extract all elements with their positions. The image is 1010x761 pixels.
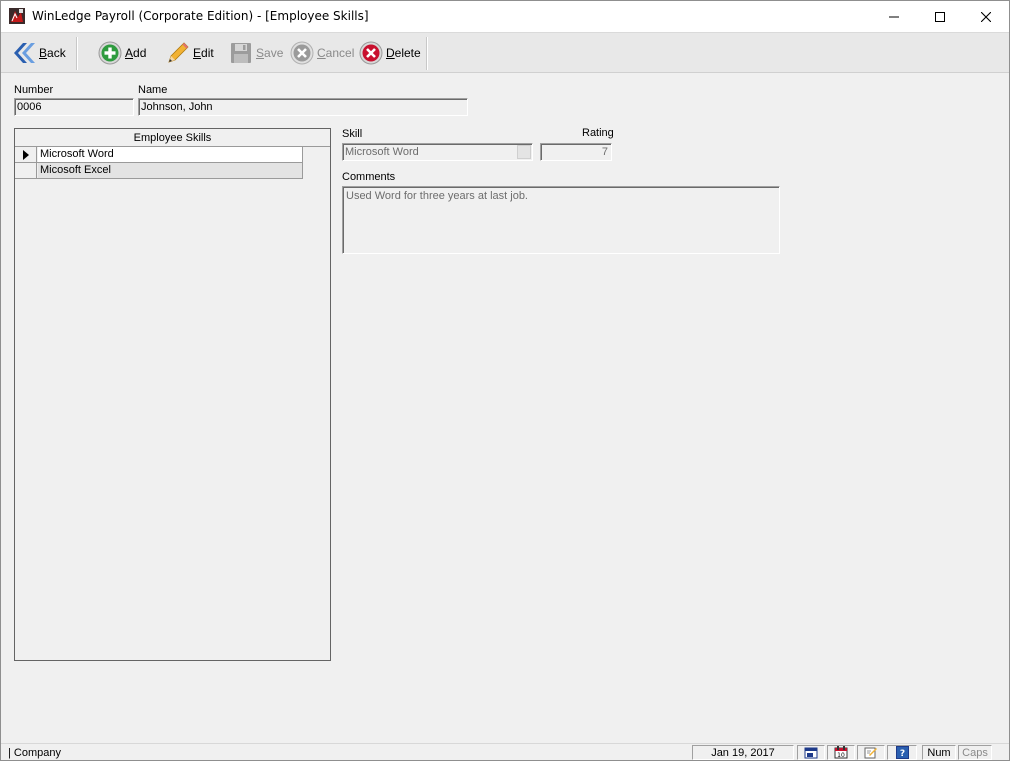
skill-combobox-value: Microsoft Word [345, 146, 419, 158]
status-window-icon[interactable] [797, 745, 825, 760]
status-caps: Caps [958, 745, 992, 760]
chevron-down-icon[interactable] [517, 145, 531, 159]
row-indicator [15, 147, 37, 162]
minimize-button[interactable] [871, 1, 917, 32]
skill-cell[interactable]: Microsoft Word [38, 147, 303, 162]
back-label: ack [47, 46, 66, 60]
app-window: WinLedge Payroll (Corporate Edition) - [… [0, 0, 1010, 761]
window-title: WinLedge Payroll (Corporate Edition) - [… [32, 9, 369, 23]
close-button[interactable] [963, 1, 1009, 32]
comments-label: Comments [342, 171, 396, 183]
cancel-mnemonic: C [317, 46, 326, 60]
cancel-label: ancel [325, 46, 355, 60]
status-date: Jan 19, 2017 [692, 745, 794, 760]
add-button[interactable]: Add [97, 36, 146, 70]
maximize-icon [935, 11, 945, 22]
svg-text:?: ? [899, 749, 904, 759]
table-row[interactable]: Micosoft Excel [15, 163, 303, 179]
red-x-circle-icon [358, 40, 384, 66]
status-notepad-icon[interactable] [857, 745, 885, 760]
edit-button[interactable]: Edit [165, 36, 214, 70]
delete-label: elete [394, 46, 421, 60]
grid-header: Employee Skills [15, 129, 330, 147]
rating-field[interactable]: 7 [540, 143, 612, 161]
rating-label: Rating [582, 127, 614, 139]
name-field[interactable]: Johnson, John [138, 98, 468, 116]
comments-textarea[interactable]: Used Word for three years at last job. [342, 186, 780, 254]
status-help-icon[interactable]: ? [887, 745, 917, 760]
toolbar: Back Add Edit Save Cancel Delete [1, 32, 1009, 73]
svg-text:10: 10 [837, 752, 845, 759]
add-mnemonic: A [125, 46, 134, 60]
edit-label: dit [201, 46, 214, 60]
plus-circle-icon [97, 40, 123, 66]
add-label: dd [133, 46, 147, 60]
back-button[interactable]: Back [11, 36, 66, 70]
save-mnemonic: S [256, 46, 265, 60]
delete-button[interactable]: Delete [358, 36, 421, 70]
save-label: ave [264, 46, 284, 60]
minimize-icon [889, 16, 899, 17]
skill-combobox[interactable]: Microsoft Word [342, 143, 533, 161]
toolbar-separator [426, 37, 428, 70]
cancel-button[interactable]: Cancel [289, 36, 354, 70]
maximize-button[interactable] [917, 1, 963, 32]
employee-skills-grid[interactable]: Employee Skills Microsoft Word Micosoft … [14, 128, 331, 661]
status-num: Num [922, 745, 956, 760]
status-company: | Company [8, 747, 61, 759]
row-indicator [15, 163, 37, 178]
number-label: Number [14, 84, 54, 96]
toolbar-separator [76, 37, 78, 70]
title-bar: WinLedge Payroll (Corporate Edition) - [… [1, 1, 1009, 32]
back-mnemonic: B [39, 46, 48, 60]
status-calendar-icon[interactable]: 10 [827, 745, 855, 760]
pencil-icon [165, 40, 191, 66]
floppy-disk-icon [228, 40, 254, 66]
edit-mnemonic: E [193, 46, 202, 60]
skill-cell[interactable]: Micosoft Excel [38, 163, 303, 178]
x-circle-icon [289, 40, 315, 66]
status-bar: | Company Jan 19, 2017 10 ? Num Caps [1, 743, 1009, 760]
name-label: Name [138, 84, 168, 96]
delete-mnemonic: D [386, 46, 395, 60]
save-button[interactable]: Save [228, 36, 283, 70]
skill-label: Skill [342, 128, 363, 140]
table-row[interactable]: Microsoft Word [15, 147, 303, 163]
app-logo-icon [9, 8, 25, 24]
number-field[interactable]: 0006 [14, 98, 134, 116]
double-chevron-left-icon [11, 40, 37, 66]
current-row-arrow-icon [22, 149, 29, 160]
close-icon [981, 11, 991, 22]
